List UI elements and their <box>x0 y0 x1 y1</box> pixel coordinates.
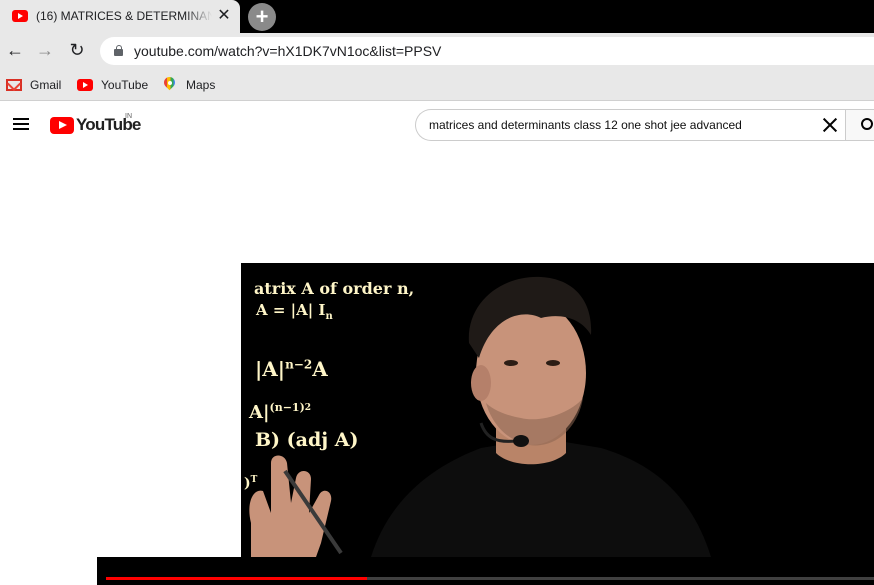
bookmark-label: Gmail <box>30 78 62 92</box>
video-progress-fill <box>106 577 368 580</box>
youtube-favicon-icon <box>12 10 28 22</box>
back-arrow-icon[interactable]: ← <box>4 39 26 61</box>
search-button[interactable] <box>845 109 874 141</box>
video-player[interactable]: atrix A of order n, A = |A| In |A|n−2A A… <box>241 263 874 557</box>
youtube-icon <box>77 79 93 91</box>
search-icon <box>861 118 873 130</box>
bookmark-gmail[interactable]: Gmail <box>6 76 61 94</box>
hamburger-menu-icon[interactable] <box>13 118 29 130</box>
browser-toolbar: ← → ↻ youtube.com/watch?v=hX1DK7vN1oc&li… <box>0 33 874 69</box>
clear-search-icon[interactable] <box>821 116 839 134</box>
lock-icon[interactable] <box>114 45 123 56</box>
reload-icon[interactable]: ↻ <box>66 39 88 61</box>
address-bar[interactable]: youtube.com/watch?v=hX1DK7vN1oc&list=PPS… <box>100 37 874 65</box>
video-player-bottom[interactable] <box>97 557 874 585</box>
tab-strip: (16) MATRICES & DETERMINANTS ✕ + <box>0 0 874 33</box>
bookmark-youtube[interactable]: YouTube <box>77 76 148 94</box>
search-query[interactable]: matrices and determinants class 12 one s… <box>429 118 742 132</box>
forward-arrow-icon[interactable]: → <box>34 39 56 61</box>
gmail-icon <box>6 79 22 91</box>
bookmark-maps[interactable]: Maps <box>162 76 215 94</box>
search-input[interactable]: matrices and determinants class 12 one s… <box>415 109 845 141</box>
video-progress-bar[interactable] <box>106 577 874 580</box>
browser-tab[interactable]: (16) MATRICES & DETERMINANTS ✕ <box>0 0 240 33</box>
presenter-image <box>249 276 711 557</box>
tab-title: (16) MATRICES & DETERMINANTS <box>36 9 212 23</box>
maps-icon <box>164 77 176 93</box>
bookmark-label: Maps <box>186 78 216 92</box>
bookmark-label: YouTube <box>101 78 149 92</box>
country-code: IN <box>125 113 132 120</box>
youtube-header: YouTube IN matrices and determinants cla… <box>0 102 874 148</box>
new-tab-button[interactable]: + <box>248 3 276 31</box>
url-text[interactable]: youtube.com/watch?v=hX1DK7vN1oc&list=PPS… <box>134 43 441 59</box>
bookmarks-bar: Gmail YouTube Maps <box>0 69 874 101</box>
youtube-logo-icon <box>50 116 74 134</box>
tab-close-icon[interactable]: ✕ <box>216 7 232 25</box>
